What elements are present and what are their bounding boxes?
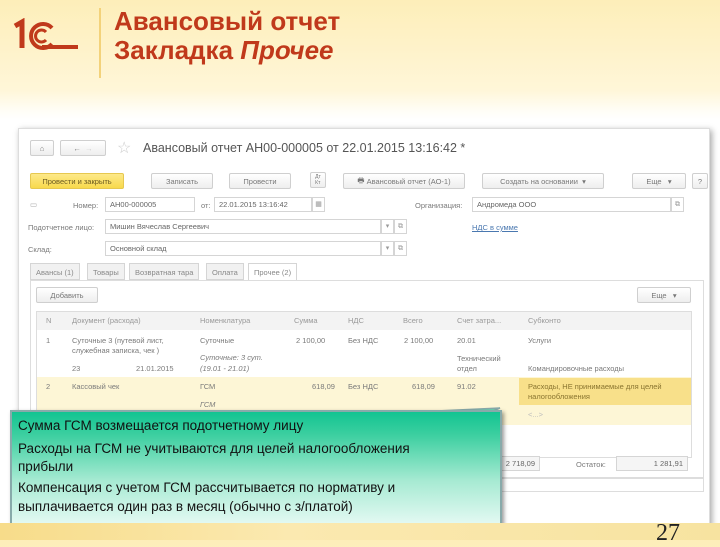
col-sum[interactable]: Сумма xyxy=(294,316,318,325)
add-button[interactable]: Добавить xyxy=(36,287,98,303)
tab-returnable[interactable]: Возвратная тара xyxy=(129,263,200,280)
post-button[interactable]: Провести xyxy=(229,173,291,189)
tab-advances[interactable]: Авансы (1) xyxy=(30,263,80,280)
nav-buttons[interactable]: ← → xyxy=(60,140,106,156)
date-label: от: xyxy=(201,201,211,210)
balance-label: Остаток: xyxy=(576,460,606,469)
create-based-button[interactable]: Создать на основании ▾ xyxy=(482,173,604,189)
balance-field: 1 281,91 xyxy=(616,456,688,471)
window-title: Авансовый отчет АН00-000005 от 22.01.201… xyxy=(143,141,466,155)
col-document[interactable]: Документ (расхода) xyxy=(72,316,141,325)
page-number: 27 xyxy=(656,520,680,546)
person-field[interactable]: Мишин Вячеслав Сергеевич xyxy=(105,219,381,234)
callout-line: Компенсация с учетом ГСМ рассчитывается … xyxy=(18,480,396,495)
post-close-button[interactable]: Провести и закрыть xyxy=(30,173,124,189)
home-icon: ⌂ xyxy=(39,143,45,153)
footer-band xyxy=(0,523,720,540)
dropdown-icon[interactable]: ▾ xyxy=(381,241,394,256)
document-icon: ▭ xyxy=(30,200,38,209)
print-button[interactable]: 🖶 Авансовый отчет (АО-1) xyxy=(343,173,465,189)
tab-payment[interactable]: Оплата xyxy=(206,263,244,280)
callout-line: Расходы на ГСМ не учитываются для целей … xyxy=(18,441,410,456)
tab-goods[interactable]: Товары xyxy=(87,263,125,280)
callout-line: Сумма ГСМ возмещается подотчетному лицу xyxy=(18,418,304,433)
home-button[interactable]: ⌂ xyxy=(30,140,54,156)
vat-link[interactable]: НДС в сумме xyxy=(472,223,518,232)
number-field[interactable]: АН00-000005 xyxy=(105,197,195,212)
logo-1c xyxy=(12,17,80,52)
divider xyxy=(99,8,101,78)
slide-title: Авансовый отчет Закладка Прочее xyxy=(114,7,340,65)
printer-icon: 🖶 xyxy=(357,175,367,185)
col-n[interactable]: N xyxy=(46,316,51,325)
title-line1: Авансовый отчет xyxy=(114,6,341,36)
col-vat[interactable]: НДС xyxy=(348,316,364,325)
col-item[interactable]: Номенклатура xyxy=(200,316,250,325)
dt-kt-icon[interactable]: Дт Кт xyxy=(310,172,326,188)
tab-other[interactable]: Прочее (2) xyxy=(248,263,298,281)
org-field[interactable]: Андромеда ООО xyxy=(472,197,671,212)
date-field[interactable]: 22.01.2015 13:16:42 xyxy=(214,197,312,212)
callout-line: прибыли xyxy=(18,459,74,474)
callout-line: выплачивается один раз в месяц (обычно с… xyxy=(18,499,353,514)
open-icon[interactable]: ⧉ xyxy=(394,219,407,234)
callout-box: Сумма ГСМ возмещается подотчетному лицу … xyxy=(10,410,502,528)
open-icon[interactable]: ⧉ xyxy=(394,241,407,256)
more-button[interactable]: Еще ▾ xyxy=(632,173,686,189)
col-subconto[interactable]: Субконто xyxy=(528,316,561,325)
warehouse-label: Склад: xyxy=(28,245,52,254)
forward-icon[interactable]: → xyxy=(85,144,93,153)
save-button[interactable]: Записать xyxy=(151,173,213,189)
org-label: Организация: xyxy=(415,201,463,210)
table-more-button[interactable]: Еще ▾ xyxy=(637,287,691,303)
col-total[interactable]: Всего xyxy=(403,316,423,325)
back-icon[interactable]: ← xyxy=(73,144,81,153)
title-line2: Закладка Прочее xyxy=(114,35,334,65)
dropdown-icon[interactable]: ▾ xyxy=(381,219,394,234)
org-open-icon[interactable]: ⧉ xyxy=(671,197,684,212)
star-icon[interactable]: ☆ xyxy=(117,138,131,158)
warehouse-field[interactable]: Основной склад xyxy=(105,241,381,256)
calendar-icon[interactable]: ▦ xyxy=(312,197,325,212)
person-label: Подотчетное лицо: xyxy=(28,223,95,232)
help-button[interactable]: ? xyxy=(692,173,708,189)
col-account[interactable]: Счет затра... xyxy=(457,316,501,325)
number-label: Номер: xyxy=(73,201,99,210)
